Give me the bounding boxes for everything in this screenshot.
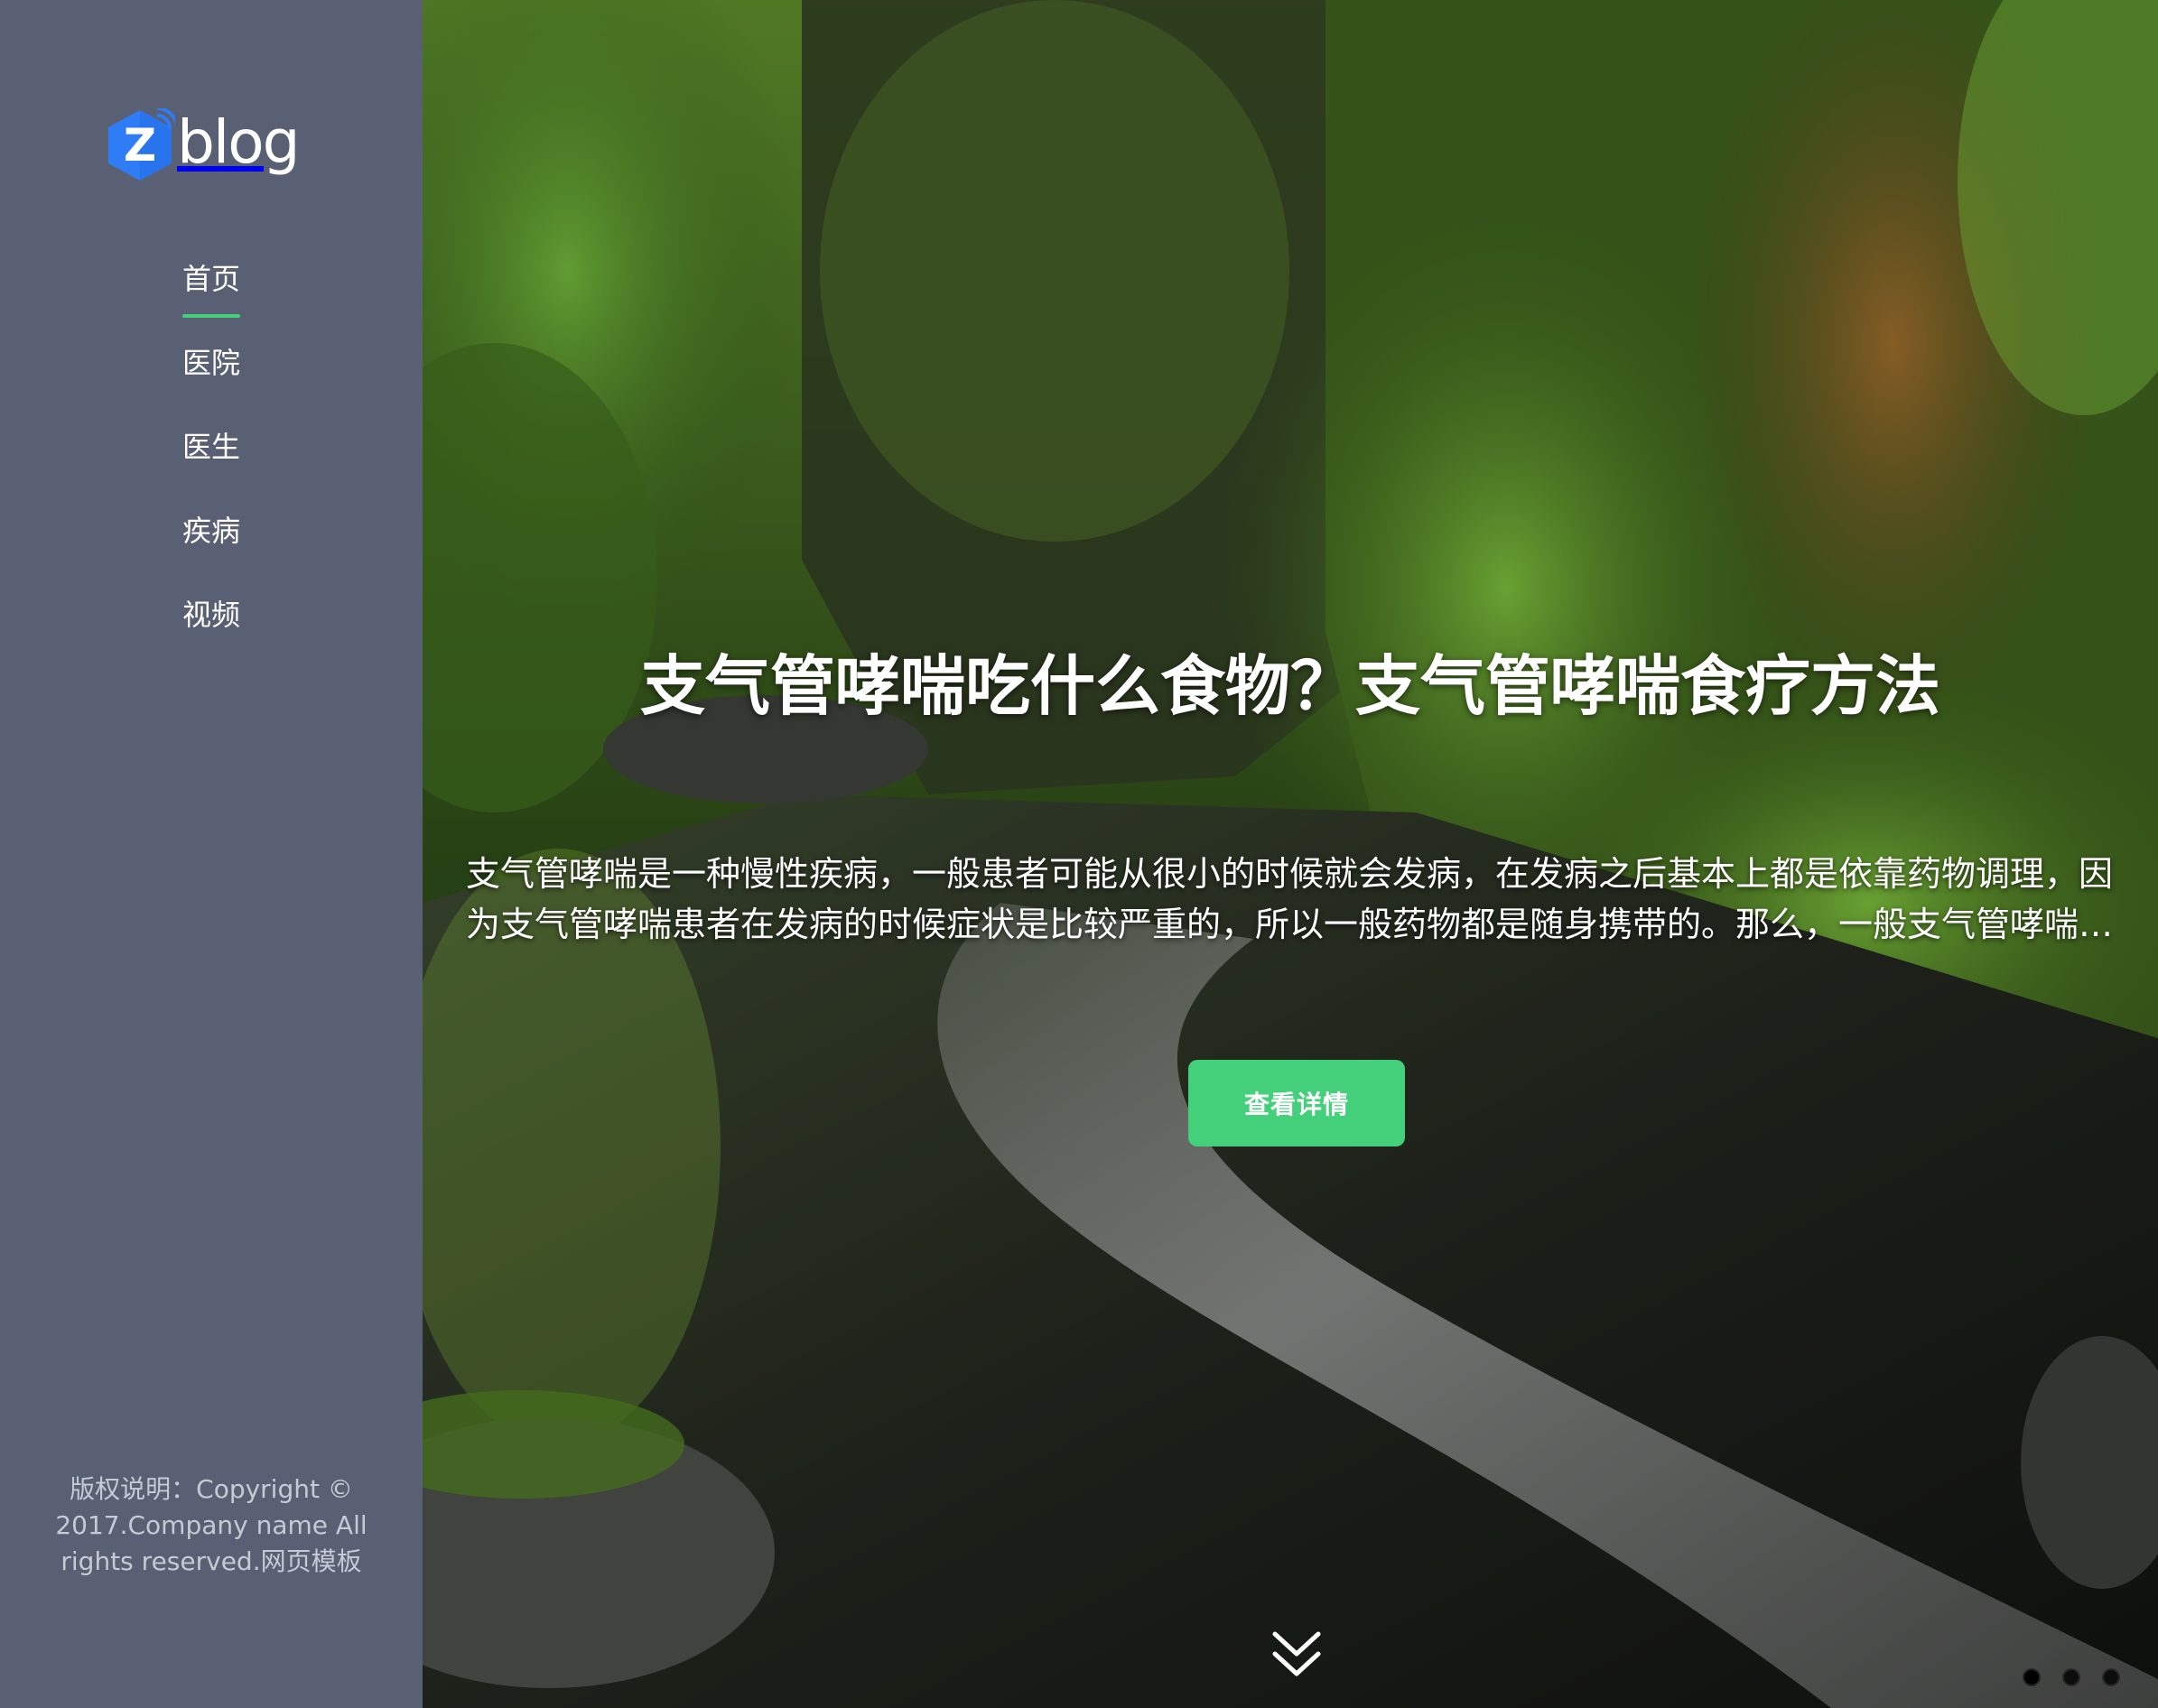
main-nav: 首页 医院 医生 疾病 视频 — [0, 235, 423, 654]
slide-dot-2[interactable] — [2062, 1668, 2080, 1686]
nav-item-disease: 疾病 — [0, 487, 423, 571]
sidebar: Z blog 首页 医院 医生 疾病 视频 版权说明：Copyright © 2… — [0, 0, 423, 1708]
zblog-hex-icon: Z — [108, 108, 175, 181]
brand-name: blog — [177, 107, 301, 177]
hero-title: 支气管哮喘吃什么食物？支气管哮喘食疗方法 — [639, 648, 1940, 724]
nav-link-video[interactable]: 视频 — [182, 592, 240, 634]
slide-dot-3[interactable] — [2102, 1668, 2120, 1686]
double-chevron-down-icon[interactable] — [1268, 1627, 1325, 1685]
brand-logo[interactable]: Z blog — [105, 105, 303, 186]
hero-slide: 支气管哮喘吃什么食物？支气管哮喘食疗方法 支气管哮喘是一种慢性疾病，一般患者可能… — [423, 0, 2158, 1708]
nav-link-doctor[interactable]: 医生 — [182, 424, 240, 466]
nav-link-hospital[interactable]: 医院 — [182, 340, 240, 382]
nav-link-home[interactable]: 首页 — [181, 256, 241, 318]
nav-item-video: 视频 — [0, 571, 423, 654]
nav-item-doctor: 医生 — [0, 403, 423, 487]
copyright-text: 版权说明：Copyright © 2017.Company name All r… — [55, 1474, 367, 1576]
slide-dot-1[interactable] — [2023, 1668, 2041, 1686]
page: Z blog 首页 医院 医生 疾病 视频 版权说明：Copyright © 2… — [0, 0, 2158, 1708]
slide-pagination — [2023, 1668, 2120, 1686]
svg-text:Z: Z — [124, 119, 156, 172]
nav-item-hospital: 医院 — [0, 319, 423, 403]
nav-link-disease[interactable]: 疾病 — [182, 508, 240, 550]
nav-item-home: 首页 — [0, 235, 423, 319]
hero-description: 支气管哮喘是一种慢性疾病，一般患者可能从很小的时候就会发病，在发病之后基本上都是… — [466, 854, 2114, 944]
view-details-button[interactable]: 查看详情 — [1188, 1060, 1405, 1146]
